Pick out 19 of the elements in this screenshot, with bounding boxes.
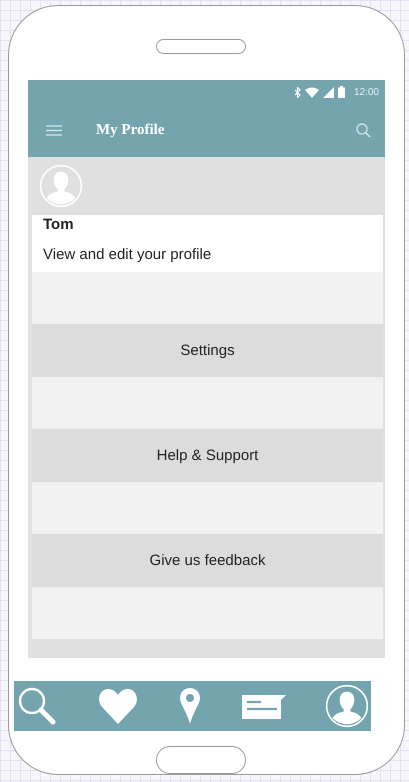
status-time: 12:00 (354, 86, 379, 98)
profile-card[interactable]: Tom View and edit your profile (32, 214, 383, 272)
search-icon[interactable] (356, 123, 371, 138)
menu-item[interactable]: Give us feedback (32, 534, 383, 587)
signal-icon (322, 86, 334, 98)
bluetooth-icon (294, 86, 301, 98)
heart-icon[interactable] (96, 686, 139, 726)
profile-subtitle: View and edit your profile (43, 246, 212, 263)
menu-icon[interactable] (46, 125, 62, 136)
profile-name: Tom (43, 216, 75, 233)
page-title: My Profile (96, 122, 166, 140)
menu-item[interactable]: Help & Support (32, 428, 383, 482)
battery-icon (338, 86, 345, 98)
avatar-icon (39, 164, 83, 208)
wifi-icon (304, 86, 319, 98)
search-icon[interactable] (16, 685, 58, 728)
menu-item[interactable]: Settings (32, 324, 383, 377)
home-button[interactable] (156, 746, 246, 774)
profile-icon[interactable] (325, 684, 369, 728)
